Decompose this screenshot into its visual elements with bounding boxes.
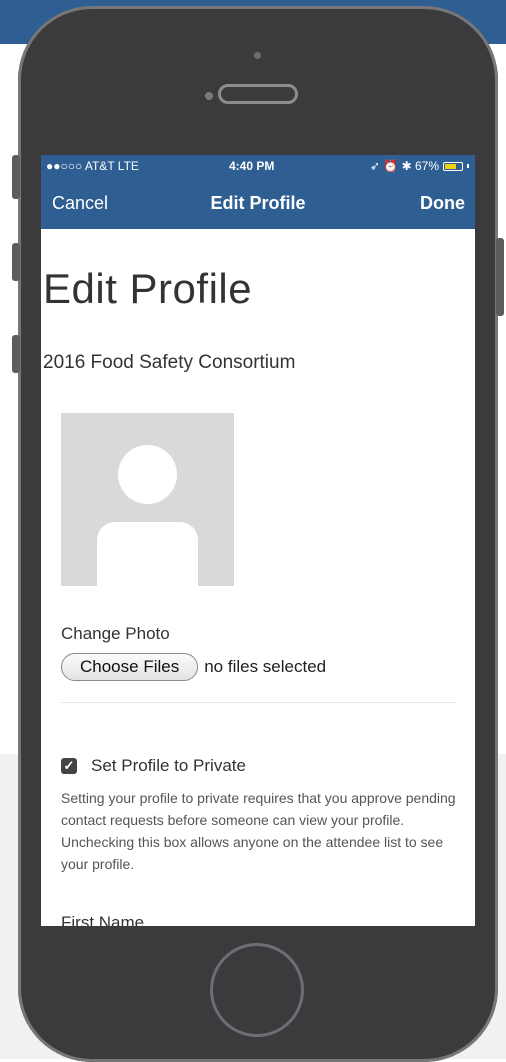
volume-up-button [12,243,20,281]
nav-bar: Edit Profile Cancel Done [41,177,475,229]
done-button[interactable]: Done [420,193,465,214]
cancel-button[interactable]: Cancel [52,193,108,214]
status-indicators: ➶ ⏰ ✱ 67% [370,159,469,173]
home-button[interactable] [210,943,304,1037]
avatar-head [118,445,177,504]
event-name: 2016 Food Safety Consortium [43,352,296,373]
battery-icon [443,161,463,171]
first-name-label: First Name [61,913,145,926]
choose-files-button[interactable]: Choose Files [61,653,199,681]
battery-tip [467,164,469,168]
private-toggle-row[interactable]: ✓ Set Profile to Private [61,756,246,776]
private-label: Set Profile to Private [91,756,246,775]
mute-switch [12,155,20,199]
front-sensor [254,52,261,59]
file-input: Choose Files no files selected [61,653,326,681]
status-bar: ●●○○○ AT&T LTE 4:40 PM ➶ ⏰ ✱ 67% [41,155,475,177]
checkbox-checked-icon[interactable]: ✓ [61,758,77,774]
file-status: no files selected [204,657,327,676]
carrier-signal: ●●○○○ AT&T LTE [46,159,139,173]
status-time: 4:40 PM [229,159,275,173]
battery-fill [445,163,456,169]
status-icons-text: ➶ ⏰ ✱ 67% [369,159,439,173]
volume-down-button [12,335,20,373]
change-photo-label: Change Photo [61,624,170,643]
front-camera [205,92,213,100]
private-description: Setting your profile to private requires… [61,790,456,872]
phone-screen: ●●○○○ AT&T LTE 4:40 PM ➶ ⏰ ✱ 67% Edit Pr… [41,155,475,926]
avatar-body [97,522,198,586]
avatar-placeholder-icon [61,413,234,586]
power-button [496,238,504,316]
earpiece-speaker [218,84,298,104]
page-title: Edit Profile [43,265,253,312]
divider [61,702,455,703]
